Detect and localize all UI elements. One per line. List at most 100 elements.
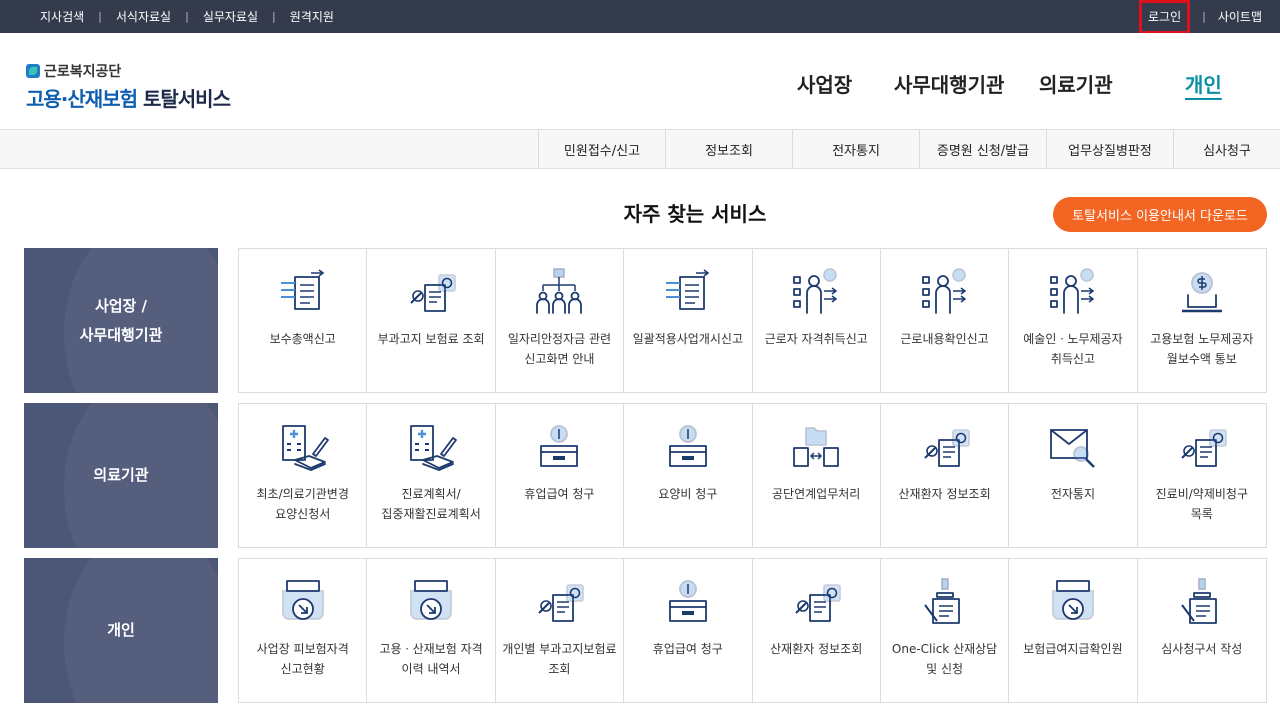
service-label: 전자통지: [1050, 487, 1096, 501]
sitemap-link[interactable]: 사이트맵: [1218, 8, 1262, 25]
service-label: 휴업급여 청구: [652, 642, 723, 656]
util-link-practice-library[interactable]: 실무자료실: [203, 8, 258, 25]
divider: |: [185, 10, 189, 23]
document-magnifier-icon: [795, 584, 841, 622]
service-grid-individual: 사업장 피보험자격 신고현황 고용ㆍ산재보험 자격 이력 내역서 개인별 부과고…: [238, 558, 1267, 703]
service-label: 산재환자 정보조회: [898, 487, 991, 501]
service-item[interactable]: 공단연계업무처리: [753, 404, 881, 547]
money-box-icon: [668, 580, 707, 622]
service-item[interactable]: 휴업급여 청구: [624, 559, 753, 702]
service-item[interactable]: 보험급여지급확인원: [1009, 559, 1138, 702]
login-button[interactable]: 로그인: [1138, 0, 1191, 34]
service-item[interactable]: 산재환자 정보조회: [753, 559, 881, 702]
service-item[interactable]: One-Click 산재상담 및 신청: [881, 559, 1010, 702]
divider: |: [1202, 10, 1206, 23]
subnav-info-lookup[interactable]: 정보조회: [665, 130, 792, 168]
service-grid-workplace: 보수총액신고 부과고지 보험료 조회 일자리안정자금 관련 신고화면 안내 일괄…: [238, 248, 1267, 393]
subnav-certificate[interactable]: 증명원 신청/발급: [919, 130, 1046, 168]
service-item[interactable]: 예술인ㆍ노무제공자 취득신고: [1009, 249, 1138, 392]
service-item[interactable]: 심사청구서 작성: [1138, 559, 1266, 702]
category-medical: 의료기관: [24, 403, 218, 548]
utility-right: 로그인 | 사이트맵: [1138, 0, 1262, 34]
document-magnifier-icon: [923, 429, 970, 467]
mainnav-agency[interactable]: 사무대행기관: [894, 69, 1004, 98]
service-item[interactable]: 보수총액신고: [239, 249, 368, 392]
category-label: 사업장 /: [94, 296, 148, 315]
service-label: 요양비 청구: [658, 487, 718, 501]
logo-title-insurance: 고용·산재보험: [26, 87, 138, 111]
service-label: 보험급여지급확인원: [1023, 642, 1123, 656]
util-link-remote-support[interactable]: 원격지원: [290, 8, 334, 25]
service-item[interactable]: 부과고지 보험료 조회: [367, 249, 496, 392]
service-label: 고용보험 노무제공자 월보수액 통보: [1150, 332, 1254, 366]
service-label: 휴업급여 청구: [524, 487, 595, 501]
service-item[interactable]: 산재환자 정보조회: [881, 404, 1010, 547]
category-label: 개인: [107, 621, 135, 639]
document-arrows-icon: [280, 269, 325, 310]
subnav-review-request[interactable]: 심사청구: [1173, 130, 1280, 168]
service-item[interactable]: 고용ㆍ산재보험 자격 이력 내역서: [367, 559, 496, 702]
service-label: 예술인ㆍ노무제공자 취득신고: [1023, 332, 1123, 366]
document-magnifier-icon: [538, 584, 585, 622]
service-label: 사업장 피보험자격 신고현황: [256, 642, 349, 676]
service-item[interactable]: 일자리안정자금 관련 신고화면 안내: [496, 249, 625, 392]
service-label: One-Click 산재상담 및 신청: [891, 642, 998, 676]
service-label: 진료계획서/집중재활진료계획서: [381, 487, 481, 521]
document-magnifier-icon: [410, 274, 456, 312]
hospital-pen-icon: [281, 425, 329, 471]
utility-links: 지사검색 | 서식자료실 | 실무자료실 | 원격지원: [40, 0, 334, 33]
hospital-pen-icon: [410, 425, 457, 471]
printer-arrow-icon: [1052, 580, 1094, 620]
subnav-disease-judgment[interactable]: 업무상질병판정: [1046, 130, 1173, 168]
divider: |: [98, 10, 102, 23]
service-item[interactable]: 고용보험 노무제공자 월보수액 통보: [1138, 249, 1266, 392]
logo-org: 근로복지공단: [26, 61, 230, 81]
util-link-form-library[interactable]: 서식자료실: [116, 8, 171, 25]
service-label: 부과고지 보험료 조회: [377, 332, 485, 346]
mainnav-individual[interactable]: 개인: [1185, 69, 1222, 98]
category-workplace-agency: 사업장 / 사무대행기관: [24, 248, 218, 393]
service-label: 공단연계업무처리: [772, 487, 861, 501]
person-checklist-icon: [1050, 268, 1095, 314]
money-box-icon: [540, 425, 579, 467]
subnav-e-notice[interactable]: 전자통지: [792, 130, 919, 168]
org-chart-people-icon: [536, 268, 583, 314]
service-item[interactable]: 진료계획서/집중재활진료계획서: [367, 404, 496, 547]
subnav-complaint[interactable]: 민원접수/신고: [538, 130, 665, 168]
category-label: 사무대행기관: [79, 325, 163, 344]
service-item[interactable]: 근로자 자격취득신고: [753, 249, 881, 392]
service-label: 근로내용확인신고: [900, 332, 989, 346]
service-label: 최초/의료기관변경 요양신청서: [256, 487, 349, 521]
stamp-document-icon: [923, 578, 960, 624]
money-box-icon: [668, 425, 707, 467]
printer-arrow-icon: [410, 580, 452, 620]
service-label: 개인별 부과고지보험료 조회: [502, 642, 617, 676]
document-arrows-icon: [665, 269, 710, 310]
service-label: 보수총액신고: [269, 332, 336, 346]
service-item[interactable]: 사업장 피보험자격 신고현황: [239, 559, 368, 702]
service-item[interactable]: 전자통지: [1009, 404, 1138, 547]
printer-arrow-icon: [281, 580, 324, 620]
service-item[interactable]: 요양비 청구: [624, 404, 753, 547]
top-utility-bar: 지사검색 | 서식자료실 | 실무자료실 | 원격지원 로그인 | 사이트맵: [0, 0, 1280, 34]
stamp-document-icon: [1181, 578, 1217, 624]
site-logo[interactable]: 근로복지공단 고용·산재보험 토탈서비스: [26, 61, 231, 112]
person-checklist-icon: [793, 268, 838, 314]
envelope-search-icon: [1050, 429, 1095, 468]
service-label: 진료비/약제비청구 목록: [1155, 487, 1248, 521]
logo-title-service: 토탈서비스: [137, 87, 231, 111]
guide-download-button[interactable]: 토탈서비스 이용안내서 다운로드: [1053, 197, 1267, 232]
divider: |: [272, 10, 276, 23]
service-item[interactable]: 근로내용확인신고: [881, 249, 1010, 392]
service-item[interactable]: 최초/의료기관변경 요양신청서: [239, 404, 368, 547]
person-checklist-icon: [921, 268, 966, 314]
mainnav-medical[interactable]: 의료기관: [1039, 69, 1113, 98]
service-item[interactable]: 휴업급여 청구: [496, 404, 625, 547]
service-item[interactable]: 일괄적용사업개시신고: [624, 249, 753, 392]
service-label: 심사청구서 작성: [1161, 642, 1243, 656]
category-label: 의료기관: [93, 466, 149, 484]
util-link-branch-search[interactable]: 지사검색: [40, 8, 84, 25]
mainnav-workplace[interactable]: 사업장: [797, 69, 852, 98]
service-item[interactable]: 개인별 부과고지보험료 조회: [496, 559, 625, 702]
service-item[interactable]: 진료비/약제비청구 목록: [1138, 404, 1266, 547]
